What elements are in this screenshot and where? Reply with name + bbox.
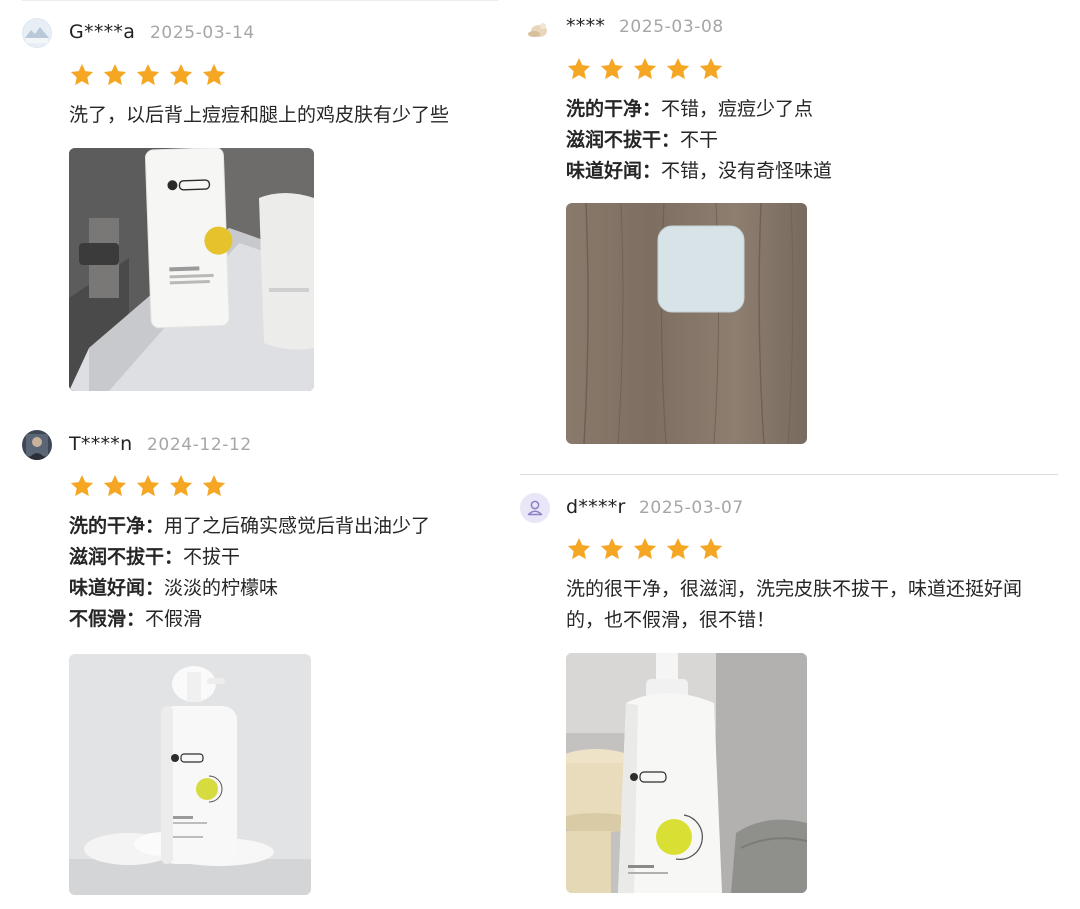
star-icon	[102, 473, 128, 499]
attr-value: 用了之后确实感觉后背出油少了	[164, 515, 431, 537]
username: G****a	[69, 21, 136, 43]
attr-row: 滋润不拔干：不干	[566, 125, 832, 156]
attr-row: 味道好闻：不错，没有奇怪味道	[566, 156, 832, 187]
review-text-line: 洗了，以后背上痘痘和腿上的鸡皮肤有少了些	[69, 104, 450, 126]
star-icon	[201, 473, 227, 499]
attr-label: 味道好闻：	[69, 577, 165, 599]
default-avatar[interactable]	[520, 493, 550, 523]
attr-label: 味道好闻：	[566, 160, 662, 182]
review-attributes: 洗的干净：用了之后确实感觉后背出油少了 滋润不拔干：不拔干 味道好闻：淡淡的柠檬…	[69, 511, 430, 635]
username: T****n	[69, 433, 133, 455]
star-icon	[135, 62, 161, 88]
review-date: 2025-03-07	[639, 498, 744, 518]
star-icon	[168, 473, 194, 499]
attr-value: 不干	[680, 129, 719, 151]
attr-value: 淡淡的柠檬味	[164, 577, 279, 599]
username: ****	[566, 15, 606, 37]
avatar[interactable]	[22, 430, 52, 460]
username: d****r	[566, 496, 626, 518]
attr-label: 洗的干净：	[69, 515, 165, 537]
star-rating	[566, 56, 724, 82]
user-icon	[527, 500, 543, 516]
star-icon	[102, 62, 128, 88]
star-rating	[69, 473, 227, 499]
star-icon	[599, 536, 625, 562]
avatar[interactable]	[522, 14, 552, 44]
star-rating	[69, 62, 227, 88]
review-text: 洗了，以后背上痘痘和腿上的鸡皮肤有少了些	[69, 100, 449, 131]
review-date: 2025-03-08	[619, 17, 724, 37]
review-date: 2024-12-12	[147, 435, 252, 455]
avatar[interactable]	[22, 18, 52, 48]
attr-label: 滋润不拔干：	[69, 546, 184, 568]
attr-value: 不错，痘痘少了点	[661, 98, 814, 120]
star-icon	[135, 473, 161, 499]
star-icon	[665, 536, 691, 562]
review-date: 2025-03-14	[150, 23, 255, 43]
attr-row: 洗的干净：不错，痘痘少了点	[566, 94, 832, 125]
review-card: G****a 2025-03-14 洗了，以后背上痘痘和腿上的鸡皮肤有少了些	[0, 0, 500, 400]
star-icon	[665, 56, 691, 82]
attr-value: 不假滑	[145, 608, 203, 630]
review-photo[interactable]	[566, 203, 807, 444]
review-photo[interactable]	[69, 148, 314, 391]
attr-value: 不错，没有奇怪味道	[661, 160, 833, 182]
star-rating	[566, 536, 724, 562]
star-icon	[698, 56, 724, 82]
star-icon	[698, 536, 724, 562]
attr-label: 滋润不拔干：	[566, 129, 681, 151]
review-card: **** 2025-03-08 洗的干净：不错，痘痘少了点 滋润不拔干：不干 味…	[518, 0, 1080, 470]
review-text-line: 洗的很干净，很滋润，洗完皮肤不拔干，味道还挺好闻	[566, 578, 1023, 600]
review-photo[interactable]	[69, 654, 311, 895]
star-icon	[201, 62, 227, 88]
star-icon	[566, 56, 592, 82]
star-icon	[69, 62, 95, 88]
star-icon	[632, 536, 658, 562]
attr-row: 不假滑：不假滑	[69, 604, 430, 635]
review-text-line: 的，也不假滑，很不错！	[566, 609, 776, 631]
star-icon	[69, 473, 95, 499]
star-icon	[632, 56, 658, 82]
review-attributes: 洗的干净：不错，痘痘少了点 滋润不拔干：不干 味道好闻：不错，没有奇怪味道	[566, 94, 832, 187]
attr-row: 味道好闻：淡淡的柠檬味	[69, 573, 430, 604]
review-divider	[520, 474, 1058, 475]
attr-value: 不拔干	[183, 546, 241, 568]
attr-label: 洗的干净：	[566, 98, 662, 120]
star-icon	[168, 62, 194, 88]
attr-label: 不假滑：	[69, 608, 146, 630]
attr-row: 洗的干净：用了之后确实感觉后背出油少了	[69, 511, 430, 542]
review-text: 洗的很干净，很滋润，洗完皮肤不拔干，味道还挺好闻 的，也不假滑，很不错！	[566, 574, 1022, 636]
attr-row: 滋润不拔干：不拔干	[69, 542, 430, 573]
star-icon	[599, 56, 625, 82]
review-card: T****n 2024-12-12 洗的干净：用了之后确实感觉后背出油少了 滋润…	[0, 420, 500, 909]
star-icon	[566, 536, 592, 562]
review-photo[interactable]	[566, 653, 807, 893]
review-card: d****r 2025-03-07 洗的很干净，很滋润，洗完皮肤不拔干，味道还挺…	[518, 480, 1080, 909]
